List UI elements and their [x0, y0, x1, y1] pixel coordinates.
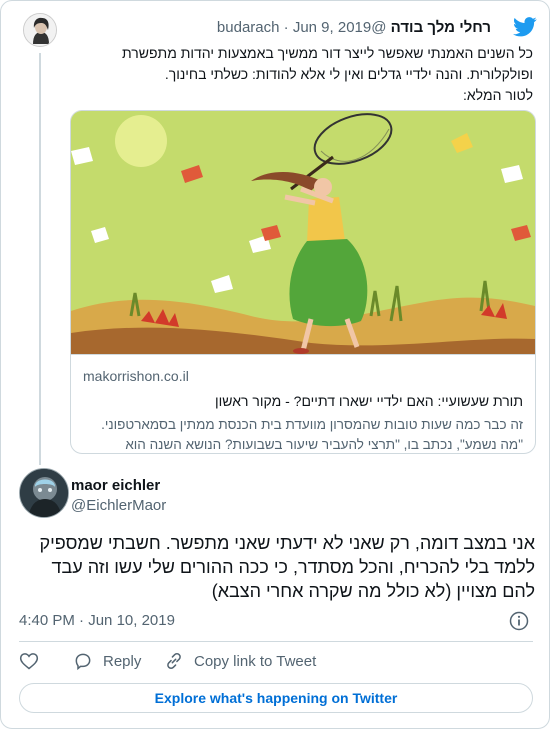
tweet-timestamp[interactable]: 4:40 PM · Jun 10, 2019 [19, 612, 175, 629]
tweet-embed-card: רחלי מלך בודה @budarach · Jun 9, 2019 כל… [0, 0, 550, 729]
tweet-time[interactable]: 4:40 PM [19, 612, 75, 629]
parent-date-separator: · [283, 19, 289, 36]
like-button[interactable] [19, 649, 49, 673]
author-name[interactable]: maor eichler [71, 477, 160, 494]
tweet-text-line: אני במצב דומה, רק שאני לא ידעתי שאני מתפ… [39, 533, 536, 553]
link-icon [167, 652, 181, 670]
link-preview-card[interactable]: makorrishon.co.il תורת שעשועיי: האם ילדי… [70, 110, 536, 454]
parent-text-line: כל השנים האמנתי שאפשר לייצר דור ממשיך בא… [122, 45, 533, 61]
author-avatar[interactable] [19, 468, 69, 518]
link-title: תורת שעשועיי: האם ילדיי ישארו דתיים? - מ… [215, 393, 523, 409]
heart-icon [19, 653, 39, 670]
tweet-date[interactable]: Jun 10, 2019 [88, 612, 175, 629]
explore-twitter-button[interactable]: Explore what's happening on Twitter [19, 683, 533, 713]
link-domain: makorrishon.co.il [83, 368, 189, 384]
link-description-line: זה כבר כמה שעות טובות שהמסרון מוועדת בית… [101, 417, 523, 432]
tweet-text: אני במצב דומה, רק שאני לא ידעתי שאני מתפ… [13, 531, 536, 603]
reply-button[interactable]: Reply [73, 649, 141, 673]
parent-header: רחלי מלך בודה @budarach · Jun 9, 2019 [217, 19, 491, 36]
copy-link-button[interactable]: Copy link to Tweet [164, 649, 316, 673]
parent-avatar[interactable] [23, 13, 57, 47]
parent-date[interactable]: Jun 9, 2019 [293, 19, 371, 36]
copy-link-label: Copy link to Tweet [194, 652, 317, 670]
link-description: זה כבר כמה שעות טובות שהמסרון מוועדת בית… [83, 415, 523, 453]
info-icon[interactable] [509, 611, 529, 631]
tweet-date-separator: · [79, 612, 85, 629]
divider [19, 641, 533, 642]
author-handle[interactable]: @EichlerMaor [71, 497, 166, 514]
link-preview-image [71, 111, 535, 354]
parent-author-name[interactable]: רחלי מלך בודה [391, 19, 491, 36]
twitter-bird-icon[interactable] [513, 17, 537, 37]
parent-text-line: לטור המלא: [462, 87, 533, 103]
tweet-text-line: להם מצויין (לא כולל מה שקרה אחרי הצבא) [211, 581, 535, 601]
thread-line [39, 53, 41, 465]
parent-tweet[interactable]: רחלי מלך בודה @budarach · Jun 9, 2019 כל… [23, 13, 537, 465]
reply-label: Reply [103, 652, 142, 670]
parent-text-line: ופולקלורית. והנה ילדיי גדלים ואין לי אלא… [164, 66, 533, 82]
tweet-text-line: ללמד בלי להכריח, והכל מסתדר, כי ככה ההור… [51, 557, 535, 577]
reply-bubble-icon [75, 653, 91, 671]
link-preview-meta: makorrishon.co.il תורת שעשועיי: האם ילדי… [71, 354, 535, 453]
parent-tweet-text: כל השנים האמנתי שאפשר לייצר דור ממשיך בא… [63, 43, 533, 106]
link-description-line: "מה נשמע", נכתב בו, "תרצי להעביר שיעור ב… [125, 437, 523, 452]
